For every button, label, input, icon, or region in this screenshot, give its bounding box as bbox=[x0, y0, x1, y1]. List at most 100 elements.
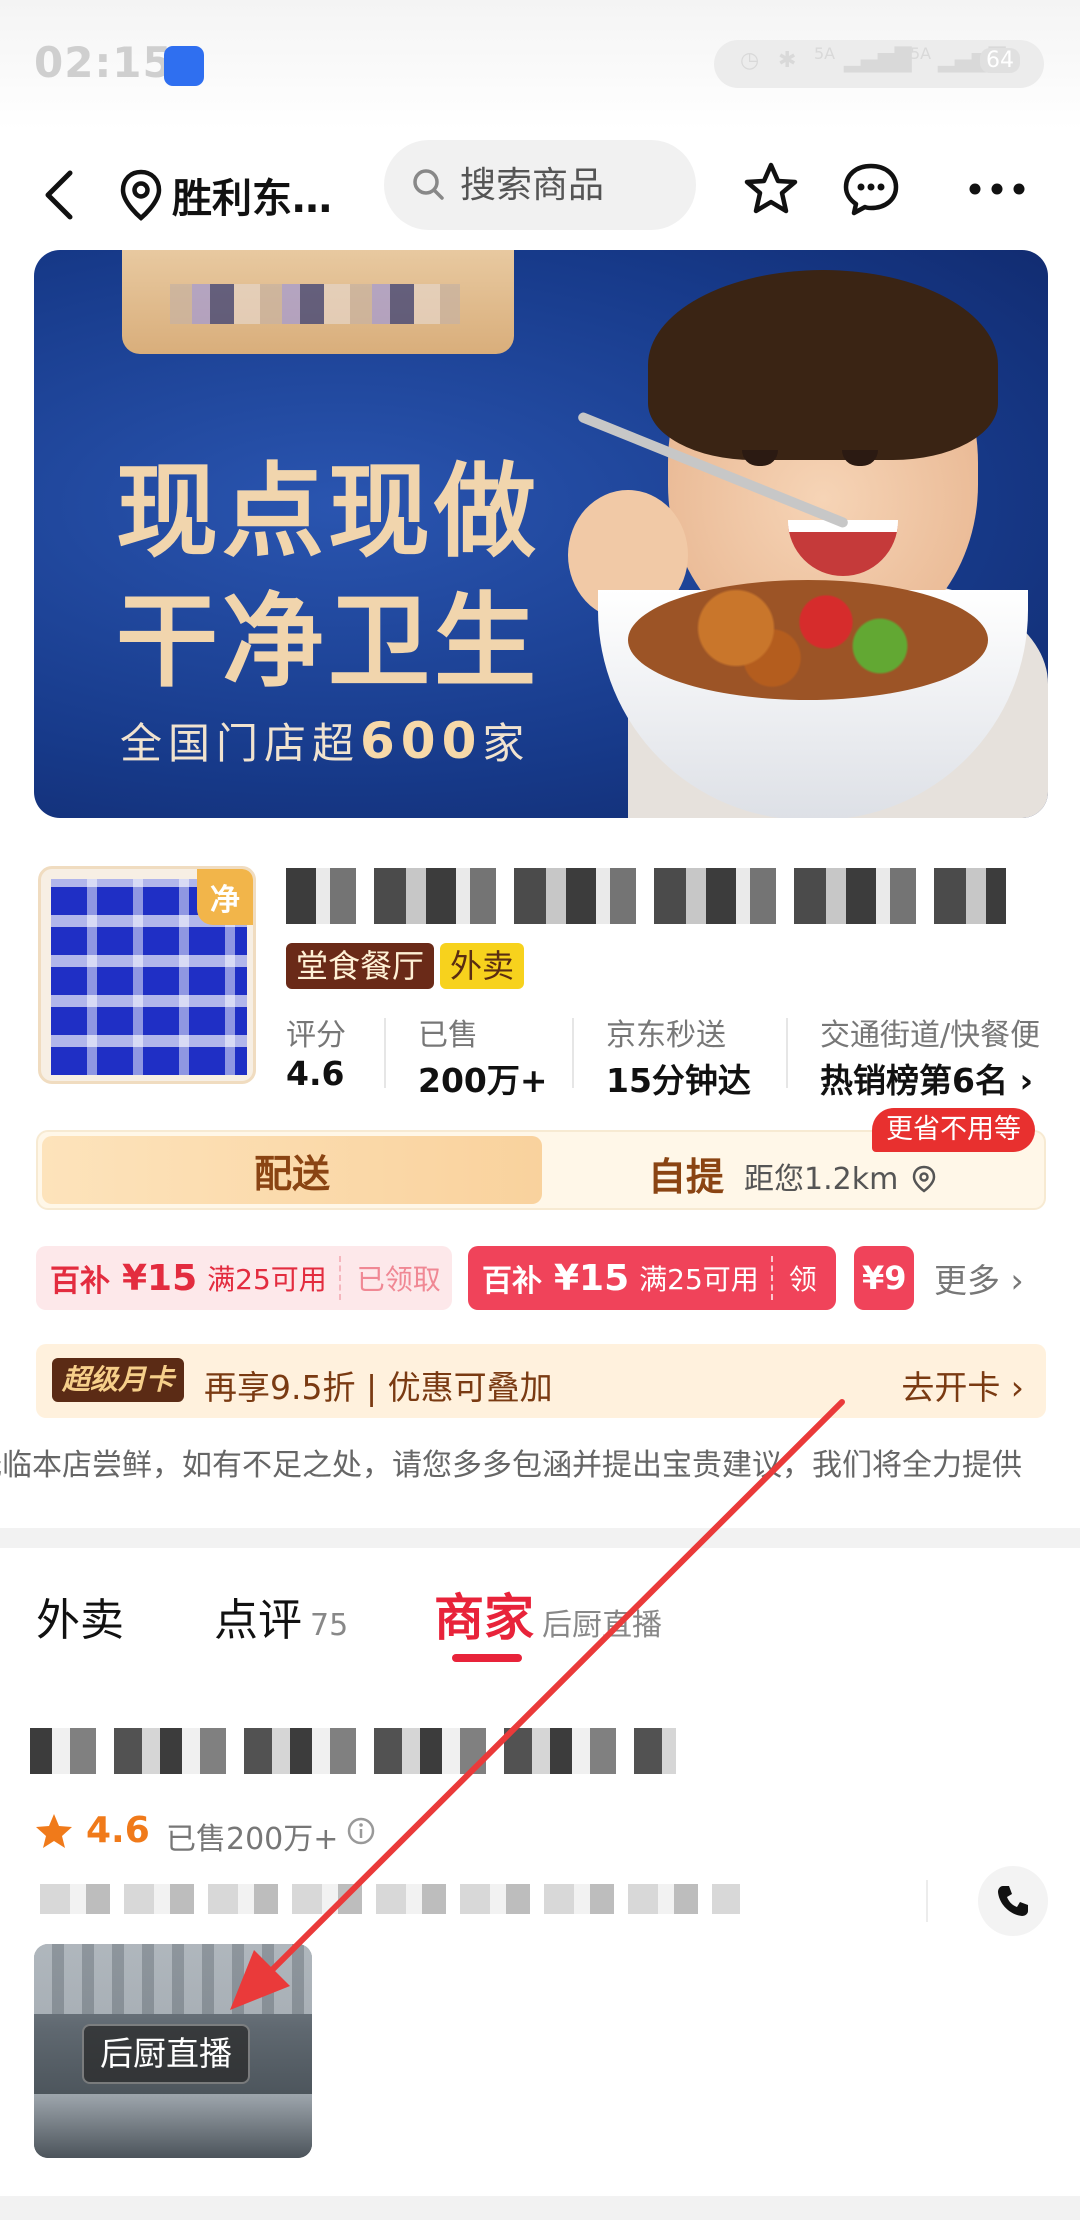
coupons-more-link[interactable]: 更多 › bbox=[934, 1254, 1024, 1302]
bluetooth-icon: ✱ bbox=[778, 48, 797, 73]
super-card-text: 再享9.5折 | 优惠可叠加 bbox=[204, 1368, 553, 1407]
stat-delivery-value: 15分钟达 bbox=[606, 1061, 751, 1100]
tag-takeout: 外卖 bbox=[440, 943, 525, 989]
network-label-2: 5A bbox=[910, 44, 932, 63]
divider bbox=[926, 1880, 928, 1922]
more-dots-icon bbox=[969, 183, 1025, 195]
divider bbox=[572, 1018, 574, 1088]
signal-icon: ▂▄▆█ bbox=[844, 48, 912, 73]
super-card-tag: 超级月卡 bbox=[52, 1358, 185, 1402]
tab-merchant[interactable]: 商家 后厨直播 bbox=[434, 1578, 662, 1650]
banner-subtitle: 全国门店超600家 bbox=[120, 710, 530, 771]
phone-icon bbox=[998, 1886, 1028, 1916]
status-bar: 02:15 ◷ ✱ 5A ▂▄▆█ 5A ▂▄▆█ 64 bbox=[0, 0, 1080, 130]
merchant-name-redacted bbox=[30, 1728, 676, 1774]
tab-sub-label: 后厨直播 bbox=[542, 1608, 662, 1643]
kid-hair bbox=[648, 270, 998, 460]
coupon-amount: ¥15 bbox=[554, 1257, 630, 1299]
tag-dine-in: 堂食餐厅 bbox=[286, 943, 435, 989]
divider bbox=[786, 1018, 788, 1088]
banner-headline-1: 现点现做 bbox=[116, 453, 540, 572]
star-filled-icon bbox=[36, 1814, 72, 1848]
food-dish bbox=[628, 580, 988, 700]
stat-sold-label: 已售 bbox=[418, 1018, 478, 1053]
section-divider bbox=[0, 2196, 1080, 2220]
coupon-claimable[interactable]: 百补 ¥15 满25可用 领 bbox=[468, 1246, 836, 1310]
back-button[interactable] bbox=[30, 160, 90, 230]
coupon-claimed-label: 已领取 bbox=[356, 1263, 441, 1296]
kitchen-live-label: 后厨直播 bbox=[82, 2024, 250, 2084]
customer-service-button[interactable] bbox=[836, 154, 906, 224]
location-pin-icon bbox=[912, 1165, 936, 1193]
mode-pickup-tab[interactable]: 自提 bbox=[648, 1146, 724, 1201]
info-icon[interactable] bbox=[346, 1816, 376, 1846]
store-logo[interactable]: 净 bbox=[38, 866, 256, 1084]
tab-label: 外卖 bbox=[36, 1595, 124, 1646]
active-tab-indicator bbox=[452, 1654, 522, 1662]
clean-badge: 净 bbox=[197, 869, 253, 925]
merchant-rating: 4.6 bbox=[86, 1810, 150, 1851]
coupon-claimed[interactable]: 百补 ¥15 满25可用 已领取 bbox=[36, 1246, 452, 1310]
search-input[interactable] bbox=[460, 164, 670, 206]
mode-delivery-tab[interactable]: 配送 bbox=[42, 1136, 542, 1204]
alarm-icon: ◷ bbox=[740, 48, 760, 73]
divider bbox=[384, 1018, 386, 1088]
kitchen-photo bbox=[34, 1944, 312, 2014]
location-text: 胜利东… bbox=[172, 176, 332, 222]
location-pin-icon bbox=[120, 169, 162, 221]
pickup-distance[interactable]: 距您1.2km bbox=[744, 1154, 936, 1198]
stat-delivery-label: 京东秒送 bbox=[606, 1018, 726, 1053]
coupon-condition: 满25可用 bbox=[639, 1263, 759, 1296]
banner-sub-prefix: 全国门店超 bbox=[120, 719, 361, 768]
call-button[interactable] bbox=[978, 1866, 1048, 1936]
stat-ranking-label[interactable]: 交通街道/快餐便 bbox=[820, 1010, 1080, 1054]
status-time: 02:15 bbox=[34, 38, 173, 87]
open-card-button[interactable]: 去开卡 › bbox=[901, 1361, 1024, 1409]
status-icons: ◷ ✱ 5A ▂▄▆█ 5A ▂▄▆█ 64 bbox=[714, 40, 1044, 88]
section-divider bbox=[0, 1528, 1080, 1548]
save-badge: 更省不用等 bbox=[872, 1108, 1035, 1152]
battery-indicator: 64 bbox=[980, 48, 1020, 73]
brand-logo-mosaic bbox=[170, 284, 460, 324]
search-box[interactable] bbox=[384, 140, 696, 230]
favorite-button[interactable] bbox=[736, 154, 806, 224]
star-outline-icon bbox=[744, 162, 798, 214]
more-menu-button[interactable] bbox=[962, 154, 1032, 224]
promo-banner[interactable]: 现点现做 干净卫生 全国门店超600家 bbox=[34, 250, 1048, 818]
kitchen-live-card[interactable]: 后厨直播 bbox=[34, 1944, 312, 2158]
coupon-condition: 满25可用 bbox=[207, 1263, 327, 1296]
coupon-divider bbox=[770, 1256, 773, 1300]
chat-bubble-icon bbox=[843, 163, 899, 216]
stat-sold-value: 200万+ bbox=[418, 1061, 548, 1100]
review-count: 75 bbox=[310, 1608, 349, 1643]
tab-takeout[interactable]: 外卖 bbox=[36, 1584, 124, 1648]
banner-store-count: 600 bbox=[360, 712, 483, 770]
coupon-partial[interactable]: ¥9 bbox=[854, 1246, 914, 1310]
super-card-bar[interactable]: 超级月卡 再享9.5折 | 优惠可叠加 去开卡 › bbox=[36, 1344, 1046, 1418]
distance-text: 距您1.2km bbox=[744, 1162, 899, 1197]
stat-ranking-value[interactable]: 热销榜第6名 › bbox=[820, 1054, 1033, 1102]
tab-label: 商家 bbox=[434, 1589, 534, 1647]
stat-rating-label: 评分 bbox=[286, 1018, 346, 1053]
coupon-name: 百补 bbox=[50, 1264, 110, 1299]
banner-headline-2: 干净卫生 bbox=[116, 583, 540, 702]
banner-sub-suffix: 家 bbox=[482, 719, 531, 768]
top-nav: 胜利东… bbox=[0, 140, 1080, 250]
coupon-amount: ¥9 bbox=[862, 1259, 907, 1297]
coupon-divider bbox=[338, 1256, 341, 1300]
location-selector[interactable]: 胜利东… bbox=[118, 160, 332, 230]
stat-rating-value: 4.6 bbox=[286, 1054, 345, 1093]
tab-reviews[interactable]: 点评 75 bbox=[214, 1584, 348, 1648]
kitchen-counter bbox=[34, 2094, 312, 2158]
coupon-amount: ¥15 bbox=[122, 1257, 198, 1299]
store-name-redacted bbox=[286, 868, 1006, 924]
tab-label: 点评 bbox=[214, 1595, 302, 1646]
bulb-icon bbox=[164, 46, 204, 86]
banner-brand-plate bbox=[122, 250, 514, 354]
merchant-address-redacted[interactable] bbox=[40, 1884, 740, 1914]
search-icon bbox=[413, 169, 444, 200]
coupon-claim-button[interactable]: 领 bbox=[789, 1258, 817, 1298]
coupon-name: 百补 bbox=[482, 1264, 542, 1299]
network-label-1: 5A bbox=[814, 44, 836, 63]
store-notice-text: 光临本店尝鲜，如有不足之处，请您多多包涵并提出宝贵建议，我们将全力提供 bbox=[0, 1448, 1022, 1483]
